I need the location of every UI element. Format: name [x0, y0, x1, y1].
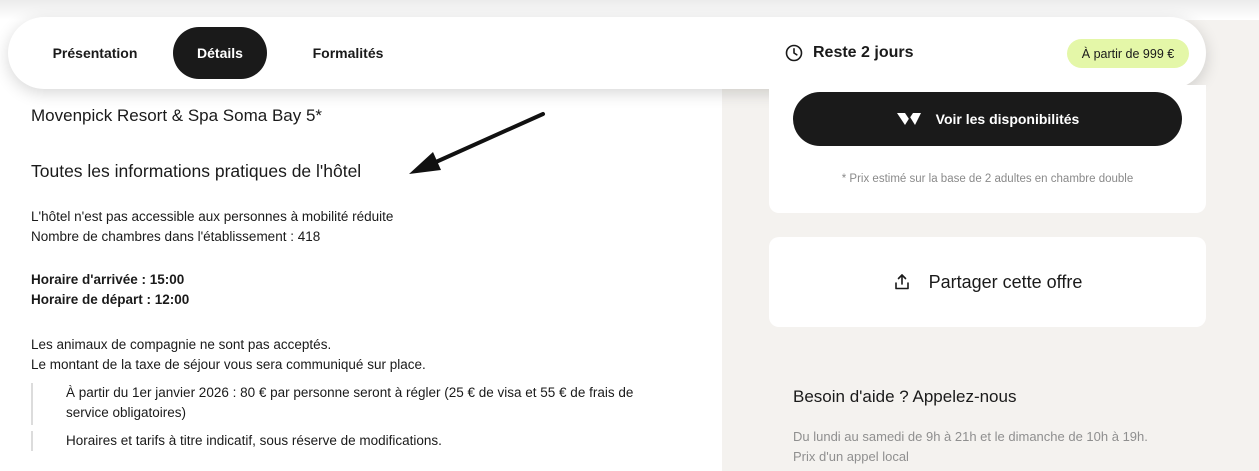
- clock-icon: [785, 44, 803, 62]
- rooms-info: Nombre de chambres dans l'établissement …: [31, 229, 321, 244]
- share-offer-button[interactable]: Partager cette offre: [769, 237, 1206, 327]
- visa-fee-note-line1: À partir du 1er janvier 2026 : 80 € par …: [66, 385, 634, 400]
- tab-formalites[interactable]: Formalités: [298, 27, 398, 79]
- visa-fee-note-line2: service obligatoires): [66, 405, 187, 420]
- tab-details[interactable]: Détails: [173, 27, 267, 79]
- accessibility-info: L'hôtel n'est pas accessible aux personn…: [31, 209, 394, 224]
- disclaimer-note-text: Horaires et tarifs à titre indicatif, so…: [66, 433, 442, 448]
- help-text: Du lundi au samedi de 9h à 21h et le dim…: [793, 427, 1213, 467]
- brand-logo-icon: [896, 113, 921, 125]
- visa-fee-note: À partir du 1er janvier 2026 : 80 € par …: [31, 383, 633, 425]
- sticky-nav-bar: Présentation Détails Formalités Reste 2 …: [8, 17, 1206, 89]
- checkout-time: Horaire de départ : 12:00: [31, 292, 190, 307]
- disclaimer-note: Horaires et tarifs à titre indicatif, so…: [31, 431, 442, 451]
- share-offer-label: Partager cette offre: [928, 271, 1083, 292]
- help-title: Besoin d'aide ? Appelez-nous: [793, 387, 1017, 406]
- tax-info: Le montant de la taxe de séjour vous ser…: [31, 357, 426, 372]
- price-badge: À partir de 999 €: [1067, 39, 1189, 68]
- help-hours: Du lundi au samedi de 9h à 21h et le dim…: [793, 429, 1148, 444]
- pets-policy: Les animaux de compagnie ne sont pas acc…: [31, 337, 332, 352]
- share-icon: [894, 274, 909, 290]
- hotel-name: Movenpick Resort & Spa Soma Bay 5*: [31, 106, 323, 125]
- countdown-label: Reste 2 jours: [813, 44, 914, 61]
- annotation-arrow: [409, 112, 545, 174]
- section-title: Toutes les informations pratiques de l'h…: [31, 161, 362, 181]
- price-disclaimer: * Prix estimé sur la base de 2 adultes e…: [841, 173, 1134, 185]
- tab-presentation[interactable]: Présentation: [30, 27, 160, 79]
- help-cost: Prix d'un appel local: [793, 449, 909, 464]
- check-availability-button[interactable]: Voir les disponibilités: [793, 92, 1182, 146]
- countdown: Reste 2 jours: [785, 17, 913, 89]
- check-availability-label: Voir les disponibilités: [935, 111, 1080, 127]
- checkin-time: Horaire d'arrivée : 15:00: [31, 272, 185, 287]
